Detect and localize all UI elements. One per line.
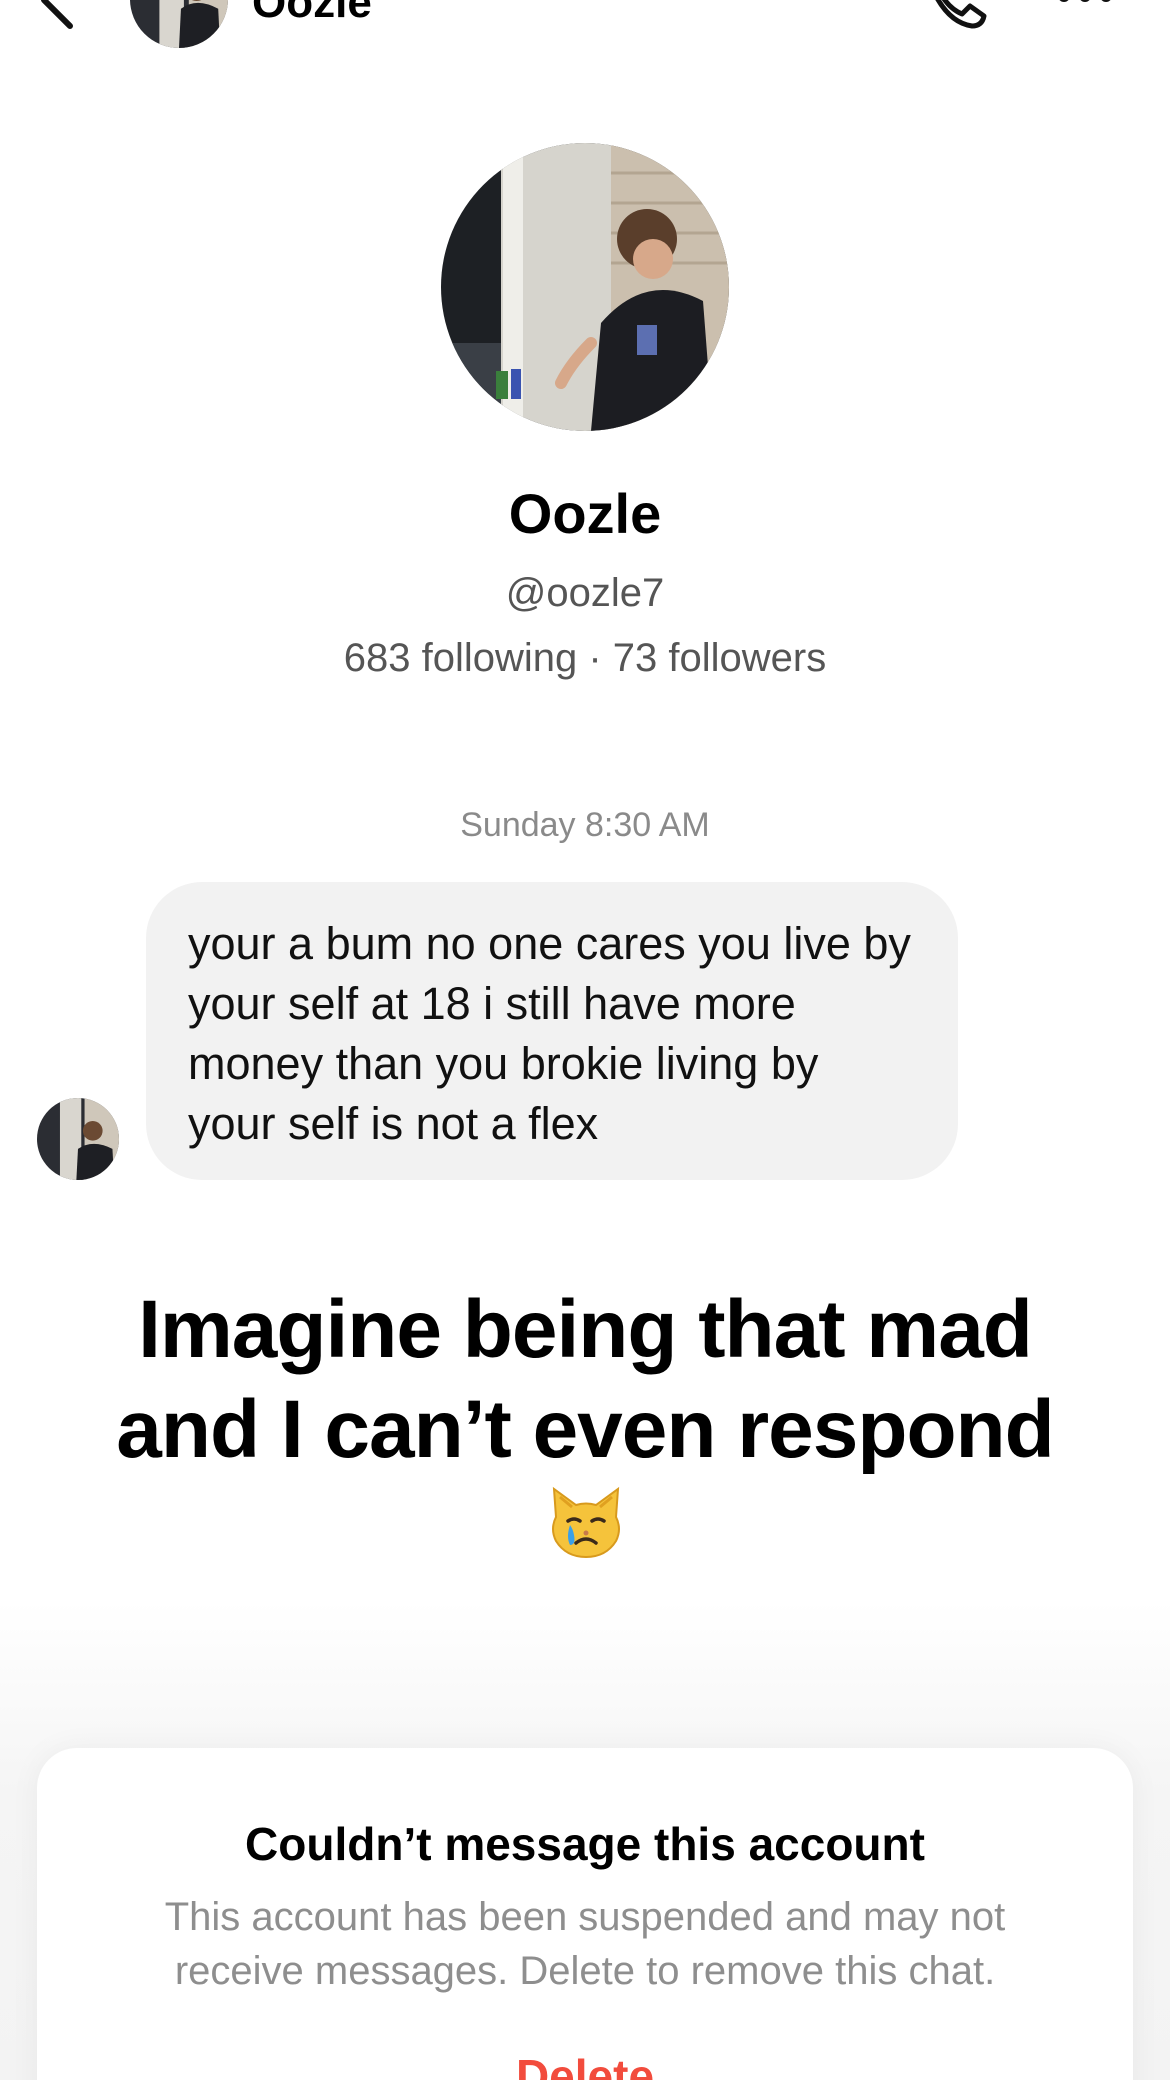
profile-avatar[interactable] [441, 143, 729, 431]
header-avatar[interactable] [130, 0, 228, 48]
crying-cat-face-icon [546, 1483, 626, 1563]
chat-header: Oozle [0, 0, 1170, 70]
avatar-photo [130, 0, 228, 48]
avatar-photo [37, 1098, 119, 1180]
profile-name: Oozle [508, 482, 662, 545]
more-dot-icon [1079, 0, 1091, 2]
notice-title: Couldn’t message this account [245, 1818, 925, 1870]
back-button[interactable] [30, 0, 90, 30]
caption-line: Imagine being that mad [138, 1284, 1033, 1375]
profile-stats: 683 following · 73 followers [343, 636, 827, 680]
header-name[interactable]: Oozle [252, 0, 372, 28]
more-dot-icon [1058, 0, 1070, 2]
message-text: your a bum no one cares you live by your… [188, 918, 911, 1149]
overlay-caption: Imagine being that mad and I can’t even … [60, 1280, 1110, 1480]
more-dot-icon [1100, 0, 1112, 2]
sender-avatar[interactable] [37, 1098, 119, 1180]
profile-handle: @oozle7 [505, 571, 665, 615]
delete-chat-button[interactable]: Delete [37, 2048, 1133, 2080]
caption-line: and I can’t even respond [116, 1384, 1054, 1475]
received-message-bubble[interactable]: your a bum no one cares you live by your… [146, 882, 958, 1180]
avatar-photo [441, 143, 729, 431]
message-timestamp: Sunday 8:30 AM [460, 806, 710, 844]
notice-body: This account has been suspended and may … [164, 1895, 1006, 1993]
phone-icon [935, 0, 987, 29]
chevron-left-icon [41, 0, 73, 29]
phone-call-button[interactable] [918, 0, 990, 32]
suspended-account-notice: Couldn’t message this account This accou… [37, 1748, 1133, 2080]
more-options-button[interactable] [1050, 0, 1120, 10]
